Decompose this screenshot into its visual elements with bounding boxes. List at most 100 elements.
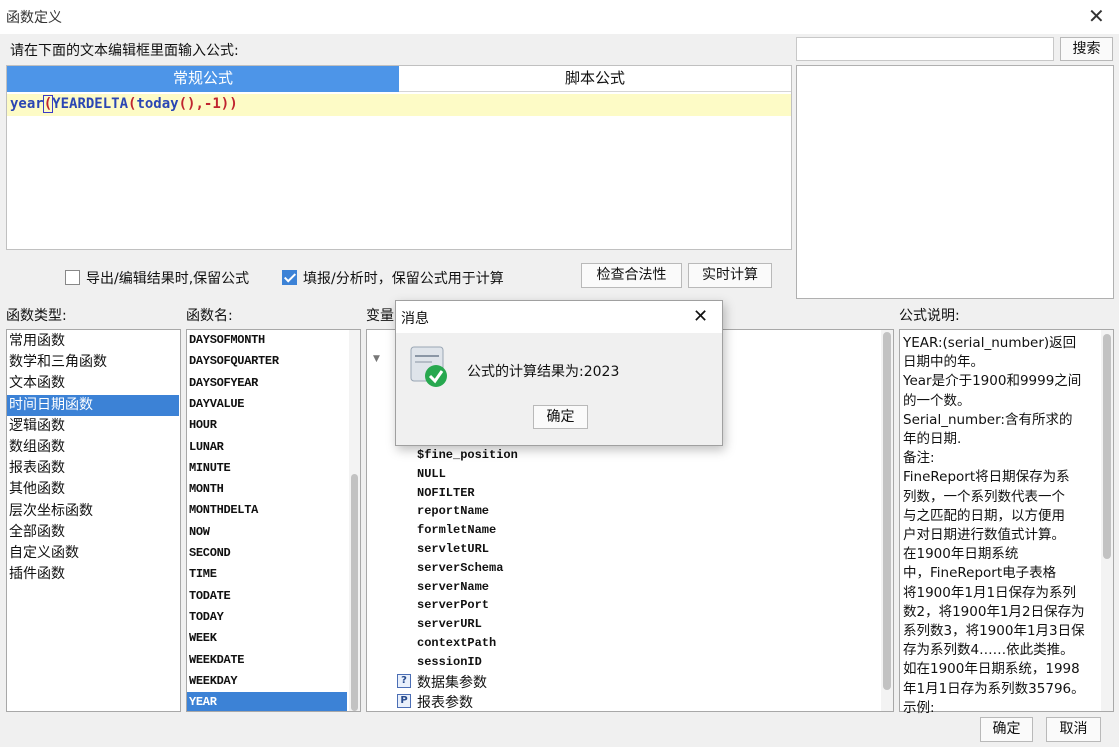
ok-button[interactable]: 确定 — [980, 717, 1033, 742]
function-name-item[interactable]: DAYSOFQUARTER — [187, 351, 347, 372]
check-validity-button[interactable]: 检查合法性 — [581, 263, 682, 288]
function-name-item[interactable]: HOUR — [187, 415, 347, 436]
tree-expand-icon[interactable]: ▼ — [373, 354, 380, 364]
function-type-item[interactable]: 自定义函数 — [7, 543, 179, 564]
variable-item[interactable]: formletName — [417, 521, 496, 540]
doc-line: 中，FineReport电子表格 — [903, 565, 1057, 582]
doc-line: 在1900年日期系统 — [903, 546, 1019, 563]
function-type-item[interactable]: 逻辑函数 — [7, 416, 179, 437]
function-types-list[interactable]: 常用函数 数学和三角函数 文本函数 时间日期函数 逻辑函数 数组函数 报表函数 其他函数 层次坐… — [6, 329, 181, 712]
formula-doc-text: YEAR:(serial_number)返回 日期中的年。 Year是介于1900和… — [903, 334, 1099, 718]
function-name-item[interactable]: TODAY — [187, 607, 347, 628]
doc-line: 系列数3，将1900年1月3日保 — [903, 623, 1085, 640]
fill-keep-checkbox[interactable] — [282, 270, 297, 285]
function-name-item[interactable]: SECOND — [187, 543, 347, 564]
editor-prompt: 请在下面的文本编辑框里面输入公式: — [10, 43, 239, 59]
export-keep-checkbox[interactable] — [65, 270, 80, 285]
function-type-item[interactable]: 其他函数 — [7, 479, 179, 500]
doc-line: 存为系列数4……依此类推。 — [903, 642, 1074, 659]
function-type-item[interactable]: 常用函数 — [7, 331, 179, 352]
function-name-item[interactable]: DAYVALUE — [187, 394, 347, 415]
window-title: 函数定义 — [6, 10, 62, 26]
tree-node-dataset-params[interactable]: 数据集参数 — [417, 672, 487, 692]
function-name-item[interactable]: WEEK — [187, 628, 347, 649]
tab-script-formula[interactable]: 脚本公式 — [399, 66, 791, 92]
function-type-item[interactable]: 全部函数 — [7, 522, 179, 543]
doc-line: 如在1900年日期系统，1998 — [903, 661, 1080, 678]
variable-item[interactable]: NULL — [417, 465, 446, 484]
search-button[interactable]: 搜索 — [1060, 37, 1113, 61]
doc-line: Year是介于1900和9999之间 — [903, 373, 1082, 390]
variable-item[interactable]: serverURL — [417, 615, 482, 634]
doc-line: 日期中的年。 — [903, 354, 984, 371]
title-bar: 函数定义 ✕ — [0, 0, 1119, 34]
doc-label: 公式说明: — [899, 308, 960, 324]
doc-line: 列数，一个系列数代表一个 — [903, 488, 1065, 505]
formula-editor[interactable]: 常规公式 脚本公式 year(YEARDELTA(today(),-1)) — [6, 65, 792, 250]
function-name-item[interactable]: MINUTE — [187, 458, 347, 479]
function-names-scroll-thumb[interactable] — [351, 474, 358, 711]
function-name-item[interactable]: LUNAR — [187, 437, 347, 458]
doc-scrollbar[interactable] — [1101, 330, 1113, 711]
message-dialog: 消息 ✕ 公式的计算结果为:2023 确定 — [395, 300, 723, 446]
dialog-ok-button[interactable]: 确定 — [533, 405, 588, 429]
variable-item[interactable]: sessionID — [417, 653, 482, 672]
variable-item[interactable]: NOFILTER — [417, 484, 475, 503]
function-names-scrollbar[interactable] — [349, 330, 360, 711]
tree-node-report-params[interactable]: 报表参数 — [417, 692, 473, 711]
doc-line: 户对日期进行数值式计算。 — [903, 527, 1065, 544]
doc-line: 年1月1日存为系列数35796。 — [903, 680, 1085, 697]
doc-line: Serial_number:含有所求的 — [903, 411, 1073, 428]
function-name-item[interactable]: MONTHDELTA — [187, 500, 347, 521]
window-close-button[interactable]: ✕ — [1088, 4, 1105, 28]
function-name-item[interactable]: TIME — [187, 564, 347, 585]
search-results-box — [796, 65, 1114, 299]
variable-item[interactable]: contextPath — [417, 634, 496, 653]
variable-item[interactable]: $fine_position — [417, 446, 518, 465]
function-name-item[interactable]: WEEKDAY — [187, 671, 347, 692]
function-type-item[interactable]: 插件函数 — [7, 564, 179, 585]
success-check-icon — [410, 346, 450, 394]
function-name-item[interactable]: YEAR — [187, 692, 347, 711]
function-name-item[interactable]: DAYSOFYEAR — [187, 373, 347, 394]
function-name-item[interactable]: NOW — [187, 522, 347, 543]
doc-line: 数2，将1900年1月2日保存为 — [903, 603, 1085, 620]
tab-regular-formula[interactable]: 常规公式 — [7, 66, 399, 92]
doc-line: FineReport将日期保存为系 — [903, 469, 1070, 486]
function-type-item[interactable]: 文本函数 — [7, 373, 179, 394]
function-name-item[interactable]: WEEKDATE — [187, 650, 347, 671]
variables-scroll-thumb[interactable] — [883, 332, 891, 690]
export-keep-label: 导出/编辑结果时,保留公式 — [86, 271, 250, 287]
variable-item[interactable]: reportName — [417, 502, 489, 521]
formula-text[interactable]: year(YEARDELTA(today(),-1)) — [10, 95, 238, 113]
doc-scroll-thumb[interactable] — [1103, 334, 1111, 559]
function-type-item[interactable]: 数学和三角函数 — [7, 352, 179, 373]
function-type-item[interactable]: 数组函数 — [7, 437, 179, 458]
function-names-label: 函数名: — [186, 308, 233, 324]
dialog-close-button[interactable]: ✕ — [693, 306, 708, 327]
dialog-title: 消息 — [401, 311, 429, 327]
variables-label: 变量 — [366, 308, 394, 324]
doc-line: 年的日期. — [903, 431, 962, 448]
function-type-item[interactable]: 层次坐标函数 — [7, 501, 179, 522]
variable-item[interactable]: serverSchema — [417, 559, 503, 578]
report-param-icon: P — [397, 694, 411, 708]
dialog-title-bar: 消息 ✕ — [396, 301, 722, 333]
variable-item[interactable]: serverPort — [417, 596, 489, 615]
realtime-calc-button[interactable]: 实时计算 — [688, 263, 772, 288]
function-name-item[interactable]: DAYSOFMONTH — [187, 330, 347, 351]
variables-scrollbar[interactable] — [881, 330, 893, 711]
function-name-item[interactable]: TODATE — [187, 586, 347, 607]
variable-item[interactable]: servletURL — [417, 540, 489, 559]
doc-line: YEAR:(serial_number)返回 — [903, 335, 1077, 351]
cancel-button[interactable]: 取消 — [1046, 717, 1101, 742]
fill-keep-label: 填报/分析时，保留公式用于计算 — [303, 271, 504, 287]
function-name-item[interactable]: MONTH — [187, 479, 347, 500]
dataset-param-icon: ? — [397, 674, 411, 688]
function-names-list[interactable]: DAYSOFMONTH DAYSOFQUARTER DAYSOFYEAR DAYVAL… — [186, 329, 361, 712]
variable-item[interactable]: serverName — [417, 578, 489, 597]
doc-line: 备注: — [903, 450, 935, 467]
function-type-item[interactable]: 时间日期函数 — [7, 394, 179, 416]
function-type-item[interactable]: 报表函数 — [7, 458, 179, 479]
search-input[interactable] — [796, 37, 1054, 61]
